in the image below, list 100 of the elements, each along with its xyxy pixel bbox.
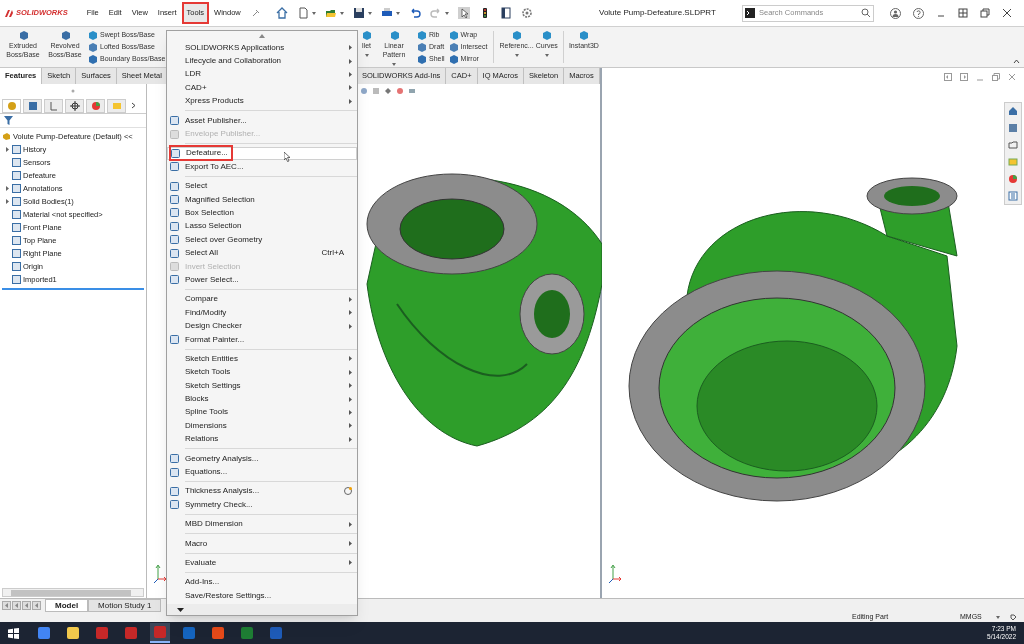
start-icon[interactable] [8,627,19,639]
menu-item[interactable]: Thickness Analysis... [167,484,357,499]
caret-icon [339,11,344,15]
file-properties-icon[interactable] [499,7,512,19]
feature-icon[interactable] [17,30,29,41]
menu-item[interactable]: Select [167,179,357,193]
panel-icon [90,100,101,111]
model-tab[interactable]: Motion Study 1 [88,599,162,612]
collapsed-arrow-icon[interactable] [5,199,10,204]
menu-item[interactable]: LDR [167,67,357,82]
task-pane-icon[interactable] [1008,174,1018,184]
menu-item[interactable]: Sketch Tools [167,365,357,379]
caret-icon [395,11,400,15]
collapsed-arrow-icon[interactable] [5,147,10,152]
menu-item[interactable]: Format Painter... [167,332,357,347]
menu-item[interactable]: Select over Geometry [167,233,357,247]
panel-tab[interactable] [65,98,84,113]
tab-scroll-icon[interactable] [12,601,21,610]
menu-item[interactable]: Sketch Entities [167,352,357,366]
caret-icon [444,11,449,15]
new-document-icon[interactable] [296,7,309,19]
menu-item[interactable]: CAD+ [167,81,357,95]
feature-icon[interactable] [541,30,553,41]
tab-scroll-icon[interactable] [22,601,31,610]
caret-icon [311,11,316,15]
open-folder-icon[interactable] [324,7,337,19]
menu-item[interactable]: Lasso Selection [167,219,357,234]
menu-item[interactable]: Dimensions [167,419,357,433]
panel-icon [27,100,38,111]
menu-item[interactable]: Evaluate [167,556,357,570]
menu-item[interactable]: Sketch Settings [167,379,357,393]
collapsed-arrow-icon[interactable] [5,186,10,191]
panel-icon [6,100,17,111]
menu-item[interactable]: Symmetry Check... [167,498,357,512]
model-tab[interactable]: Model [45,599,89,612]
tile-icon[interactable] [958,8,968,18]
menu-item[interactable]: Find/Modify [167,306,357,320]
pin-icon [251,9,260,17]
part-icon [2,132,11,141]
menu-item[interactable]: Export To AEC... [167,160,357,174]
menu-item[interactable]: Power Select... [167,273,357,287]
chevron-right-icon[interactable] [131,102,136,109]
filter-icon[interactable] [4,116,13,125]
menu-item[interactable]: SOLIDWORKS Applications [167,41,357,55]
logo-icon [4,8,14,18]
feature-icon[interactable] [388,30,400,41]
splitter-handle-icon[interactable] [71,89,75,93]
menu-item[interactable]: Box Selection [167,206,357,220]
tab-scroll-icon[interactable] [32,601,41,610]
panel-icon [111,100,122,111]
menu-item[interactable]: Spline Tools [167,405,357,420]
menu-item[interactable]: Add-Ins... [167,575,357,590]
menu-item[interactable]: Save/Restore Settings... [167,589,357,603]
home-icon[interactable] [275,7,288,19]
task-pane-icon[interactable] [1008,191,1018,201]
panel-icon [69,100,80,111]
menu-item[interactable]: Macro [167,536,357,551]
view-left-icon[interactable] [944,73,952,81]
close-icon[interactable] [1002,8,1012,18]
axis-triad-icon [153,564,167,584]
help-icon[interactable] [913,7,924,19]
mouse-pointer-icon [284,152,291,162]
menu-item[interactable]: Compare [167,292,357,307]
restore-icon[interactable] [980,8,990,18]
menu-item[interactable]: Select All Ctrl+A [167,246,357,260]
menu-item[interactable]: Defeature... [167,146,357,161]
menu-item[interactable]: Relations [167,432,357,446]
caret-icon [995,615,1000,619]
menu-item[interactable]: Magnified Selection [167,192,357,207]
menu-item[interactable]: Asset Publisher... [167,113,357,128]
tab-scroll-icon[interactable] [2,601,11,610]
settings-icon[interactable] [520,7,533,19]
restore-icon[interactable] [992,73,1000,81]
terminal-icon [745,8,755,18]
menu-item[interactable]: MBD Dimension [167,517,357,531]
horizontal-scrollbar[interactable] [2,588,144,597]
menu-item[interactable]: Equations... [167,465,357,479]
save-icon[interactable] [352,7,365,19]
menu-item[interactable]: Geometry Analysis... [167,451,357,466]
view-right-icon[interactable] [960,73,968,81]
menu-item[interactable]: Blocks [167,392,357,406]
print-icon[interactable] [380,7,393,19]
shortcut-text: Ctrl+A [321,247,344,260]
panel-icon [48,100,59,111]
menu-item[interactable]: Lifecycle and Collaboration [167,54,357,68]
collapse-ribbon-icon[interactable] [1013,59,1020,64]
taskbar-app[interactable] [150,623,170,643]
feature-icon[interactable] [511,30,523,41]
scroll-up-icon[interactable] [259,34,265,38]
tag-icon [1009,613,1017,621]
select-pointer-icon[interactable] [457,7,470,19]
caret-icon [367,11,372,15]
user-icon[interactable] [890,7,901,19]
feature-icon[interactable] [59,30,71,41]
feature-icon[interactable] [361,30,372,41]
menu-item[interactable]: Xpress Products [167,94,357,108]
document-title: Volute Pump-Defeature.SLDPRT [598,7,717,19]
menu-item[interactable]: Design Checker [167,319,357,333]
feature-icon[interactable] [578,30,590,41]
redo-icon[interactable] [429,7,442,19]
